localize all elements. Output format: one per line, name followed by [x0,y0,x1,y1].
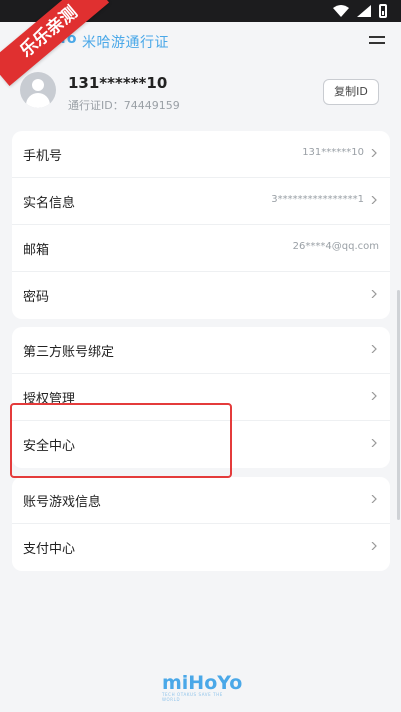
row-label: 账号游戏信息 [23,495,102,510]
avatar[interactable] [20,72,56,108]
row-value: 3****************1 [271,194,364,205]
copy-id-button[interactable]: 复制ID [323,79,379,105]
settings-row-payment-center[interactable]: 支付中心 [12,524,390,571]
username: 131******10 [68,74,168,92]
chevron-right-icon [371,495,377,503]
scrollbar[interactable] [397,290,400,520]
brand-name: miHoYo [162,672,243,694]
highlight-box [10,403,232,478]
settings-row-third-party[interactable]: 第三方账号绑定 [12,327,390,374]
chevron-right-icon [371,542,377,550]
row-label: 支付中心 [23,542,76,557]
chevron-right-icon [371,290,377,298]
account-row-phone[interactable]: 手机号 131******10 [12,131,390,178]
row-label: 实名信息 [23,196,76,211]
menu-icon[interactable] [369,36,385,48]
row-label: 手机号 [23,149,63,164]
settings-row-game-info[interactable]: 账号游戏信息 [12,477,390,524]
row-label: 第三方账号绑定 [23,345,115,360]
row-label: 密码 [23,290,50,305]
account-row-email[interactable]: 邮箱 26****4@qq.com [12,225,390,272]
chevron-right-icon [371,439,377,447]
chevron-right-icon [371,392,377,400]
page-title: 米哈游通行证 [82,35,169,51]
chevron-right-icon [371,345,377,353]
wifi-icon [333,5,349,17]
profile-section: 131******10 通行证ID：74449159 复制ID [0,62,401,122]
mihoyo-logo: miHoYo TECH OTAKUS SAVE THE WORLD [162,672,243,702]
account-row-realname[interactable]: 实名信息 3****************1 [12,178,390,225]
row-value: 131******10 [302,147,364,158]
game-settings-card: 账号游戏信息 支付中心 [12,477,390,571]
battery-icon [379,4,387,18]
account-row-password[interactable]: 密码 [12,272,390,319]
row-label: 邮箱 [23,243,50,258]
row-value: 26****4@qq.com [292,241,379,252]
account-info-card: 手机号 131******10 实名信息 3****************1 … [12,131,390,319]
chevron-right-icon [371,196,377,204]
chevron-right-icon [371,149,377,157]
signal-icon [357,5,371,17]
pass-id: 通行证ID：74449159 [68,99,180,112]
